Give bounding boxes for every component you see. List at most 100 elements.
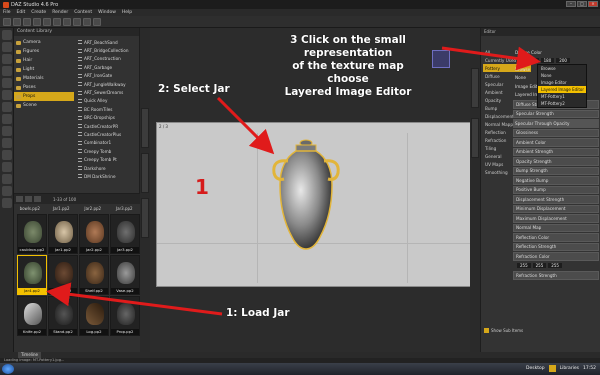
libraries-label[interactable]: Libraries [560,366,579,371]
side-tab[interactable] [471,118,479,158]
close-button[interactable]: × [588,1,598,7]
property-slider[interactable]: Normal Map [513,223,599,232]
texture-map-thumbnail-icon[interactable] [517,57,523,64]
menu-item-layered-image-editor[interactable]: Layered Image Editor [538,86,586,93]
tool-icon[interactable] [2,126,12,136]
list-item[interactable]: ART_Construction [76,55,140,63]
thumbnail[interactable]: rack.pp2 [48,255,78,295]
start-button-icon[interactable] [2,364,14,374]
list-item[interactable]: Creepy Tomb Pt [76,155,140,163]
menu-item-browse[interactable]: Browse [538,65,586,72]
property-slider[interactable]: Maximum Displacement [513,214,599,223]
thumbnail[interactable]: Vase.pp2 [110,255,140,295]
forward-icon[interactable] [25,196,32,202]
thumbnail[interactable]: Prop.pp2 [110,296,140,336]
menu-file[interactable]: File [3,10,11,15]
show-sub-items-toggle[interactable]: Show Sub Items [484,328,523,333]
thumbnail[interactable]: Jar1.pp2 [48,214,78,254]
tree-item-camera[interactable]: Camera [14,38,74,47]
list-item[interactable]: BC RoomTiles [76,105,140,113]
thumbnail[interactable]: Log.pp2 [79,296,109,336]
tree-item-hair[interactable]: Hair [14,56,74,65]
rotate-tool-icon[interactable] [73,17,81,26]
view-icon[interactable] [34,196,41,202]
property-slider[interactable]: Negative Bump [513,176,599,185]
property-slider[interactable]: Glossiness [513,128,599,137]
menu-item-none[interactable]: None [538,72,586,79]
tree-item-poses[interactable]: Poses [14,83,74,92]
minimize-button[interactable]: – [566,1,576,7]
side-tab[interactable] [141,198,149,238]
menu-help[interactable]: Help [122,10,132,15]
tool-icon[interactable] [2,162,12,172]
green-value[interactable]: 255 [532,263,547,269]
tree-item-figures[interactable]: Figures [14,47,74,56]
tree-item-materials[interactable]: Materials [14,74,74,83]
menu-content[interactable]: Content [74,10,92,15]
property-slider[interactable]: Minimum Displacement [513,204,599,213]
blue-value[interactable]: 200 [556,58,570,64]
select-tool-icon[interactable] [53,17,61,26]
menu-render[interactable]: Render [52,10,68,15]
tool-icon[interactable] [2,138,12,148]
list-item[interactable]: ART_JungleWalkway [76,80,140,88]
side-tab[interactable] [141,108,149,148]
thumbnail-selected[interactable]: Jar4.pp2 [17,255,47,295]
libraries-icon[interactable] [548,365,556,372]
list-item[interactable]: CastleCreatorPR [76,122,140,130]
red-value[interactable]: 150 [525,58,539,64]
list-item[interactable]: Combinator1 [76,139,140,147]
property-slider[interactable]: Specular Strength [513,109,599,118]
property-slider[interactable]: Ambient Color [513,138,599,147]
property-slider[interactable]: Reflection Strength [513,242,599,251]
property-slider[interactable]: Refraction Strength [513,271,599,280]
tool-icon[interactable] [2,30,12,40]
tool-icon[interactable] [2,186,12,196]
tool-icon[interactable] [2,114,12,124]
desktop-label[interactable]: Desktop [526,366,545,371]
menu-window[interactable]: Window [98,10,116,15]
refraction-color-row[interactable]: 255 255 255 [513,262,599,271]
list-item[interactable]: DM DarkShrine [76,172,140,180]
translate-tool-icon[interactable] [63,17,71,26]
new-scene-icon[interactable] [3,17,11,26]
tool-icon[interactable] [2,66,12,76]
viewport-frame[interactable]: 2 / 3 [156,122,471,287]
tool-icon[interactable] [2,174,12,184]
side-tab[interactable] [471,68,479,108]
tree-item-props[interactable]: Props [14,92,74,101]
thumbnail[interactable]: Knife.pp2 [17,296,47,336]
property-slider[interactable]: Refraction Color [513,252,599,261]
tool-icon[interactable] [2,54,12,64]
property-slider[interactable]: Displacement Strength [513,195,599,204]
property-slider[interactable]: Positive Bump [513,185,599,194]
list-item[interactable]: BRC-Dropships [76,114,140,122]
back-icon[interactable] [16,196,23,202]
scale-tool-icon[interactable] [83,17,91,26]
thumbnail[interactable]: Jar2.pp2 [79,214,109,254]
thumbnail[interactable]: Stand.pp2 [48,296,78,336]
list-item[interactable]: Darkshore [76,164,140,172]
render-icon[interactable] [93,17,101,26]
blue-value[interactable]: 255 [548,263,562,269]
list-item[interactable]: ART_BeachSand [76,38,140,46]
tree-item-scene[interactable]: Scene [14,101,74,110]
menu-item-image-editor[interactable]: Image Editor [538,79,586,86]
property-slider[interactable]: Ambient Strength [513,147,599,156]
property-dropdown[interactable]: Specular Through Opacity [513,119,599,128]
jar-model[interactable] [266,137,346,257]
list-item[interactable]: Creepy Tomb [76,147,140,155]
list-item[interactable]: ART_BridgeCollection [76,46,140,54]
save-icon[interactable] [23,17,31,26]
menu-create[interactable]: Create [31,10,46,15]
tree-item-light[interactable]: Light [14,65,74,74]
tool-icon[interactable] [2,150,12,160]
checkbox-icon[interactable] [484,328,489,333]
property-slider[interactable]: Opacity Strength [513,157,599,166]
list-item[interactable]: ART_SewerDreams [76,88,140,96]
tool-icon[interactable] [2,198,12,208]
maximize-button[interactable]: □ [577,1,587,7]
undo-icon[interactable] [33,17,41,26]
menu-edit[interactable]: Edit [17,10,26,15]
list-item[interactable]: Quick Alley [76,97,140,105]
